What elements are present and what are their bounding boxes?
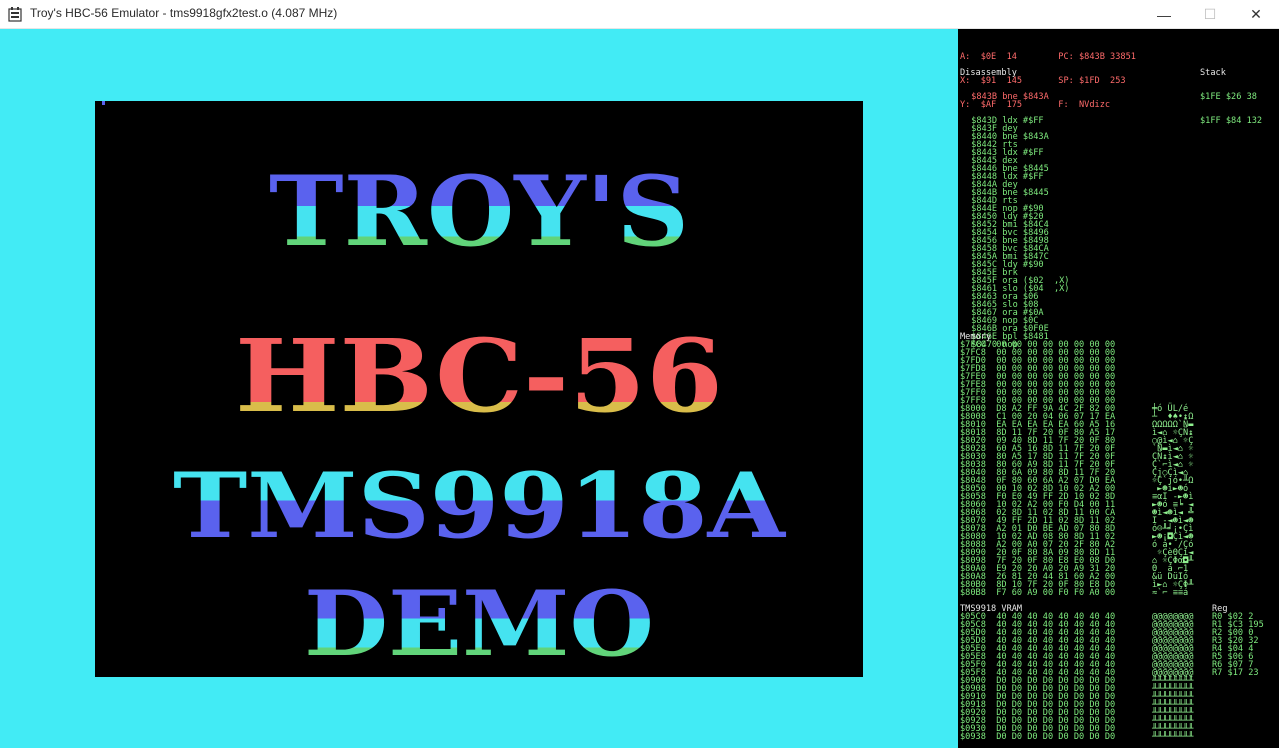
memory-ascii-row: ≈`⌐ ≡≡á [1152,588,1194,598]
title-line-2: HBC-56 [235,317,723,435]
app-icon [8,7,22,22]
title-line-3: TMS9918A [173,453,786,559]
memory-ascii-row: ​ [1152,365,1193,373]
memory-ascii-row: ​ [1152,389,1193,397]
memory-ascii-row: ​ [1152,341,1193,349]
emulator-display[interactable]: TROY'S HBC-56 TMS9918A DEMO [0,29,958,748]
maximize-icon: ☐ [1203,6,1217,22]
minimize-icon: — [1157,6,1171,23]
minimize-button[interactable]: — [1141,0,1187,29]
tms9918-output: TROY'S HBC-56 TMS9918A DEMO [95,101,863,677]
demo-text-art: TROY'S HBC-56 TMS9918A DEMO [173,155,786,677]
close-button[interactable]: ✕ [1233,0,1279,29]
vram-ascii-row: ╨╨╨╨╨╨╨╨ [1152,732,1194,742]
stack-line: $1FF $84 132 [1200,116,1263,126]
stack-title: Stack [1200,68,1226,78]
register-line: A: $0E 14 PC: $843B 33851 [960,52,1136,62]
vram-ascii: @@@@@@@@ @@@@@@@@ @@@@@@@@ @@@@@@@@ @@@@@@@@… [1152,613,1194,742]
disassembly-lines: $843D ldx #$FF $843F dey $8440 bne $843A… [966,117,1069,350]
vram-dump: $05C0 40 40 40 40 40 40 40 40 $05C8 40 40… [960,613,1116,742]
disassembly-current-line: $843B bne $843A [966,92,1049,102]
title-line-4: DEMO [304,571,654,677]
vram-row: $0938 D0 D0 D0 D0 D0 D0 D0 D0 [960,732,1116,742]
memory-ascii-row: ​ [1152,381,1193,389]
vdp-registers: R0 $02 2 R1 $C3 195 R2 $00 0 R3 $20 32 R4 $0… [1212,613,1264,678]
stack-list: $1FE $26 38 $1FF $84 132 [1200,77,1262,141]
disassembly-title: Disassembly [960,68,1017,78]
memory-ascii-row: ​ [1152,373,1193,381]
memory-ascii-row: ​ [1152,349,1193,357]
memory-ascii: ​​​​​​​​╪ó ÜL/é┴ ♦♠•↨ΩΩΩΩΩΩ`Ñ▬ì◄⌂ ☼ÇÑ↨○@… [1152,341,1194,598]
close-icon: ✕ [1250,6,1262,22]
disassembly-list: $843B bne $843A $843D ldx #$FF $843F dey… [966,77,1069,365]
stack-line: $1FE $26 38 [1200,92,1257,102]
title-line-1: TROY'S [269,155,689,268]
vdp-register-line: R7 $17 23 [1212,668,1259,678]
memory-ascii-row: ​ [1152,357,1193,365]
memory-dump: $7FC0 00 00 00 00 00 00 00 00 $7FC8 00 00… [960,341,1116,598]
maximize-button[interactable]: ☐ [1187,0,1233,29]
debugger-panel: A: $0E 14 PC: $843B 33851 X: $91 145 SP:… [958,29,1279,748]
memory-row: $80B8 F7 60 A9 00 F0 F0 A0 00 [960,588,1116,598]
title-bar: Troy's HBC-56 Emulator - tms9918gfx2test… [0,0,1279,29]
window-title: Troy's HBC-56 Emulator - tms9918gfx2test… [30,6,338,20]
